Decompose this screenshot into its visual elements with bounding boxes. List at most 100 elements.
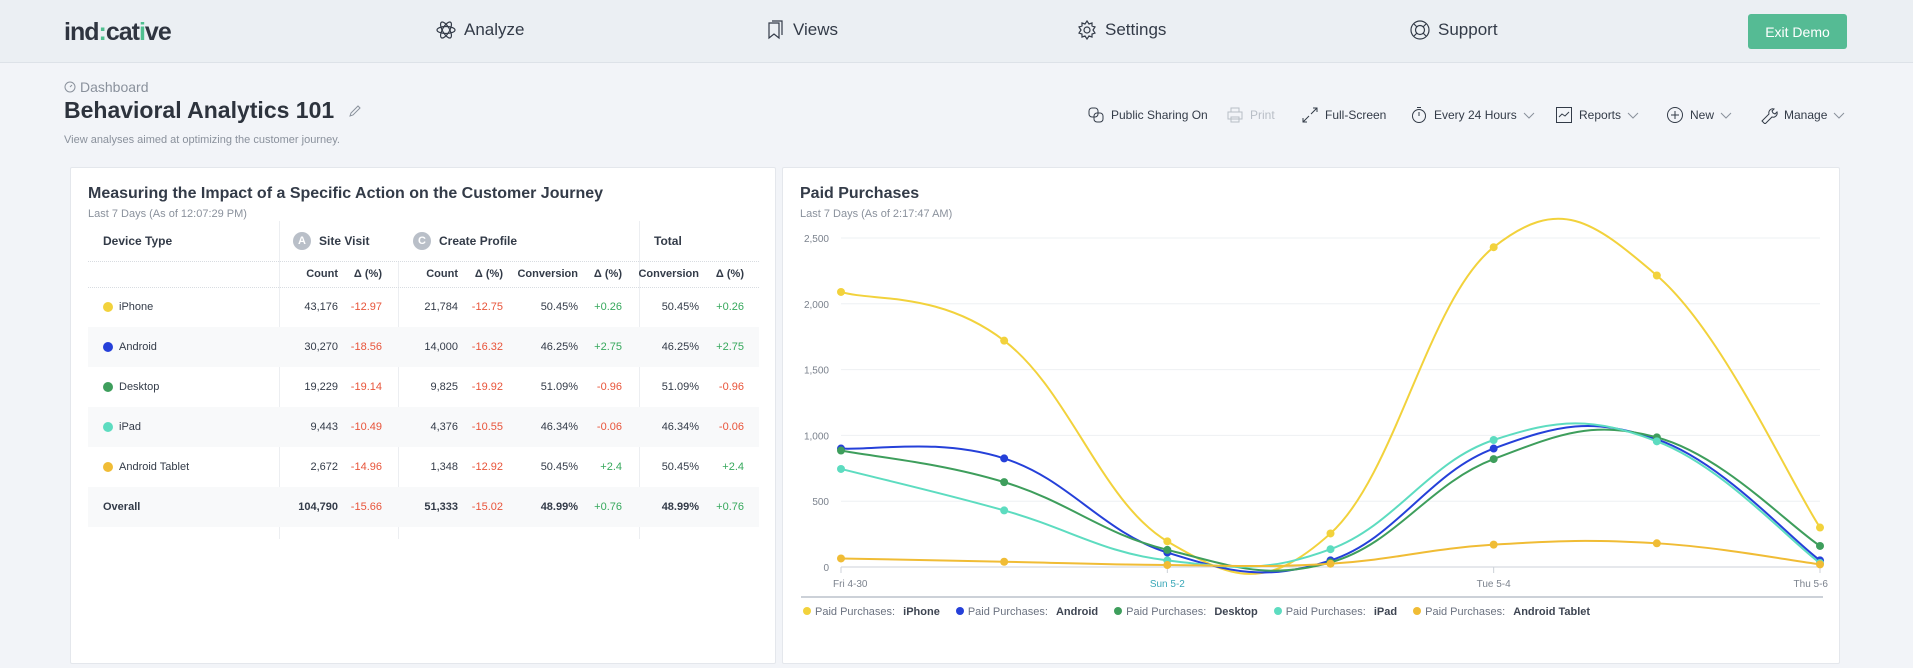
dashboard-icon — [64, 81, 76, 93]
conv-delta-cell: +2.4 — [600, 461, 622, 473]
pencil-icon[interactable] — [348, 104, 362, 118]
data-point[interactable] — [1816, 523, 1824, 532]
device-name: iPad — [119, 421, 142, 433]
chevron-down-icon — [1523, 112, 1535, 119]
manage-dropdown[interactable]: Manage — [1760, 106, 1845, 124]
public-sharing-button[interactable]: Public Sharing On — [1087, 106, 1208, 124]
funnel-table-card: Measuring the Impact of a Specific Actio… — [70, 167, 776, 664]
legend-item[interactable]: Paid Purchases: iPad — [1273, 606, 1397, 618]
breadcrumb[interactable]: Dashboard — [64, 79, 149, 95]
conv-delta-cell: +0.76 — [594, 501, 622, 513]
nav-support[interactable]: Support — [1410, 20, 1498, 40]
table-row: iPad 9,443 -10.49 4,376 -10.55 46.34% -0.06 46.… — [88, 407, 759, 447]
t-delta-cell: +0.76 — [716, 501, 744, 513]
data-point[interactable] — [837, 464, 845, 473]
a-delta-cell: -15.66 — [350, 501, 382, 513]
data-point[interactable] — [1163, 545, 1172, 554]
data-point[interactable] — [837, 287, 845, 296]
step-badge: C — [413, 232, 431, 250]
t-conv-cell: 50.45% — [661, 461, 699, 473]
data-point[interactable] — [1489, 243, 1498, 252]
chevron-down-icon — [1720, 112, 1732, 119]
table-subheader-row: Count Δ (%) Count Δ (%) Conversion Δ (%)… — [306, 268, 744, 280]
data-point[interactable] — [1000, 557, 1009, 566]
t-delta-cell: +0.26 — [716, 301, 744, 313]
wrench-icon — [1761, 108, 1778, 124]
series-iphone — [837, 217, 1824, 575]
new-dropdown[interactable]: New — [1666, 106, 1732, 124]
data-point[interactable] — [1489, 436, 1498, 445]
conv-cell: 50.45% — [540, 301, 578, 313]
conv-cell: 46.25% — [540, 341, 578, 353]
table-row: Android 30,270 -18.56 14,000 -16.32 46.25% +2.… — [88, 327, 759, 367]
page-subtitle: View analyses aimed at optimizing the cu… — [64, 134, 340, 146]
reports-dropdown[interactable]: Reports — [1555, 106, 1639, 124]
legend-item[interactable]: Paid Purchases: Desktop — [1114, 606, 1258, 618]
share-link-icon — [1088, 107, 1104, 123]
c-count-cell: 1,348 — [430, 461, 458, 473]
data-point[interactable] — [1652, 437, 1661, 446]
fullscreen-button[interactable]: Full-Screen — [1301, 106, 1386, 124]
data-point[interactable] — [1163, 561, 1172, 570]
data-point[interactable] — [1816, 560, 1824, 569]
t-conv-cell: 46.34% — [661, 421, 699, 433]
x-tick-label: Tue 5-4 — [1477, 579, 1512, 590]
t-conv-cell: 48.99% — [661, 501, 699, 513]
data-point[interactable] — [1000, 336, 1009, 345]
conv-cell: 48.99% — [540, 501, 578, 513]
data-point[interactable] — [1000, 454, 1009, 463]
nav-views[interactable]: Views — [765, 20, 838, 40]
data-point[interactable] — [1489, 540, 1498, 549]
chevron-down-icon — [1627, 112, 1639, 119]
t-conv-cell: 51.09% — [661, 381, 699, 393]
legend-dot — [1413, 607, 1422, 615]
series-line — [840, 217, 1821, 575]
print-button[interactable]: Print — [1226, 106, 1275, 124]
nav-settings[interactable]: Settings — [1077, 20, 1166, 40]
data-point[interactable] — [1652, 539, 1661, 548]
conv-delta-cell: +0.26 — [594, 301, 622, 313]
exit-demo-button[interactable]: Exit Demo — [1748, 14, 1847, 49]
legend-item[interactable]: Paid Purchases: iPhone — [803, 606, 940, 618]
device-color-dot — [103, 302, 113, 312]
card-subtitle: Last 7 Days (As of 12:07:29 PM) — [88, 208, 247, 220]
device-name: Desktop — [119, 381, 160, 393]
conv-cell: 50.45% — [540, 461, 578, 473]
data-point[interactable] — [837, 554, 845, 563]
y-tick-label: 2,500 — [804, 234, 829, 245]
a-count-cell: 19,229 — [304, 381, 338, 393]
refresh-interval-dropdown[interactable]: Every 24 Hours — [1410, 106, 1535, 124]
a-count-cell: 104,790 — [298, 501, 338, 513]
c-count-cell: 14,000 — [424, 341, 458, 353]
c-count-cell: 9,825 — [430, 381, 458, 393]
conv-cell: 51.09% — [540, 381, 578, 393]
data-point[interactable] — [1000, 478, 1009, 487]
y-tick-label: 1,500 — [804, 366, 829, 377]
data-point[interactable] — [1326, 529, 1335, 538]
t-delta-cell: -0.96 — [718, 381, 744, 393]
legend-item[interactable]: Paid Purchases: Android Tablet — [1413, 606, 1590, 618]
x-tick-label: Thu 5-6 — [1794, 579, 1829, 590]
line-chart: 0 500 1,000 1,500 2,000 2,500 Fri 4-30 Sun 5-2 T… — [801, 217, 1829, 598]
data-point[interactable] — [1000, 506, 1009, 515]
data-point[interactable] — [1326, 559, 1335, 568]
data-point[interactable] — [1489, 444, 1498, 453]
data-point[interactable] — [1652, 271, 1661, 280]
c-delta-cell: -12.92 — [471, 461, 503, 473]
logo[interactable]: ind:cative — [64, 18, 172, 47]
device-name: iPhone — [119, 301, 154, 313]
device-color-dot — [103, 382, 113, 392]
data-point[interactable] — [837, 446, 845, 455]
device-name: Android Tablet — [119, 461, 190, 473]
data-point[interactable] — [1816, 541, 1824, 550]
x-tick-label: Fri 4-30 — [833, 579, 868, 590]
data-point[interactable] — [1326, 545, 1335, 554]
data-point[interactable] — [1489, 455, 1498, 464]
t-conv-cell: 46.25% — [661, 341, 699, 353]
table-row: iPhone 43,176 -12.97 21,784 -12.75 50.45% +0.2… — [88, 287, 759, 327]
legend-item[interactable]: Paid Purchases: Android — [955, 606, 1098, 618]
t-delta-cell: +2.75 — [716, 341, 744, 353]
nav-analyze[interactable]: Analyze — [436, 20, 524, 40]
table-row: Desktop 19,229 -19.14 9,825 -19.92 51.09% -0.9… — [88, 367, 759, 407]
data-point[interactable] — [1163, 537, 1172, 546]
